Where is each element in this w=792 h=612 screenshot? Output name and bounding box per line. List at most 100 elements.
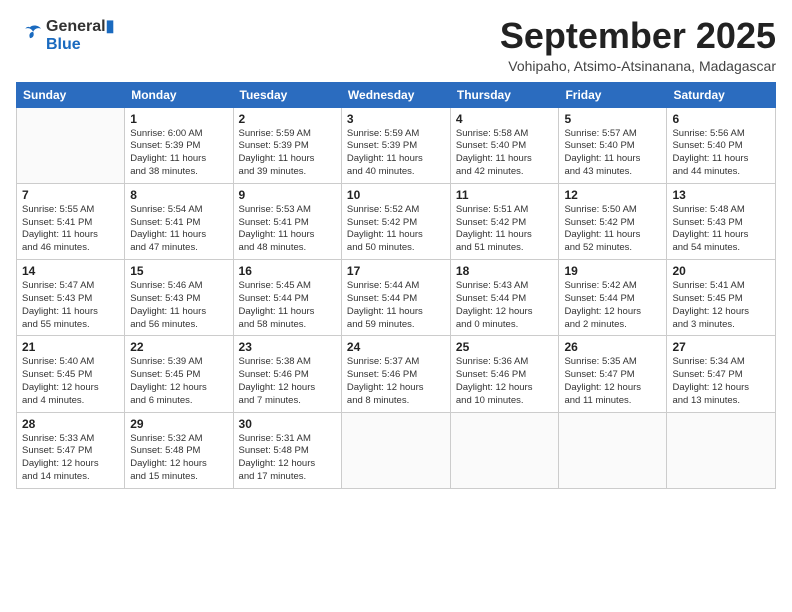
calendar-cell: 28 Sunrise: 5:33 AM Sunset: 5:47 PM Dayli… <box>17 412 125 488</box>
day-number: 24 <box>347 340 445 354</box>
day-info: Sunrise: 5:44 AM Sunset: 5:44 PM Dayligh… <box>347 280 445 331</box>
logo-text: General▮ Blue <box>46 16 114 54</box>
calendar-cell: 15Sunrise: 5:46 AM Sunset: 5:43 PM Dayli… <box>125 260 233 336</box>
day-number: 3 <box>347 112 445 126</box>
calendar-cell: 26 Sunrise: 5:35 AM Sunset: 5:47 PM Dayli… <box>559 336 667 412</box>
calendar-cell: 1 Sunrise: 6:00 AM Sunset: 5:39 PM Daylig… <box>125 107 233 183</box>
day-number: 17 <box>347 264 445 278</box>
day-number: 14 <box>22 264 119 278</box>
calendar-cell <box>559 412 667 488</box>
day-number: 23 <box>239 340 336 354</box>
calendar-cell: 7Sunrise: 5:55 AM Sunset: 5:41 PM Daylig… <box>17 183 125 259</box>
day-info: Sunrise: 5:59 AM Sunset: 5:39 PM Dayligh… <box>347 128 445 179</box>
calendar-week-row: 1 Sunrise: 6:00 AM Sunset: 5:39 PM Daylig… <box>17 107 776 183</box>
page-header: General▮ Blue September 2025 Vohipaho, A… <box>16 16 776 74</box>
day-number: 16 <box>239 264 336 278</box>
calendar-cell: 23 Sunrise: 5:38 AM Sunset: 5:46 PM Dayli… <box>233 336 341 412</box>
calendar-cell: 8 Sunrise: 5:54 AM Sunset: 5:41 PM Daylig… <box>125 183 233 259</box>
day-info: Sunrise: 5:51 AM Sunset: 5:42 PM Dayligh… <box>456 204 554 255</box>
calendar-cell: 19 Sunrise: 5:42 AM Sunset: 5:44 PM Dayli… <box>559 260 667 336</box>
calendar-cell: 25 Sunrise: 5:36 AM Sunset: 5:46 PM Dayli… <box>450 336 559 412</box>
calendar-header-saturday: Saturday <box>667 82 776 107</box>
day-number: 15 <box>130 264 227 278</box>
day-number: 18 <box>456 264 554 278</box>
calendar-header-tuesday: Tuesday <box>233 82 341 107</box>
day-number: 12 <box>564 188 661 202</box>
day-number: 13 <box>672 188 770 202</box>
calendar-cell: 6Sunrise: 5:56 AM Sunset: 5:40 PM Daylig… <box>667 107 776 183</box>
calendar-header-friday: Friday <box>559 82 667 107</box>
day-number: 10 <box>347 188 445 202</box>
calendar-cell: 5 Sunrise: 5:57 AM Sunset: 5:40 PM Daylig… <box>559 107 667 183</box>
title-block: September 2025 Vohipaho, Atsimo-Atsinana… <box>500 16 776 74</box>
day-info: Sunrise: 5:45 AM Sunset: 5:44 PM Dayligh… <box>239 280 336 331</box>
day-info: Sunrise: 6:00 AM Sunset: 5:39 PM Dayligh… <box>130 128 227 179</box>
calendar-cell: 29Sunrise: 5:32 AM Sunset: 5:48 PM Dayli… <box>125 412 233 488</box>
day-number: 28 <box>22 417 119 431</box>
day-number: 1 <box>130 112 227 126</box>
calendar-week-row: 28 Sunrise: 5:33 AM Sunset: 5:47 PM Dayli… <box>17 412 776 488</box>
calendar-cell: 30Sunrise: 5:31 AM Sunset: 5:48 PM Dayli… <box>233 412 341 488</box>
calendar-week-row: 21 Sunrise: 5:40 AM Sunset: 5:45 PM Dayli… <box>17 336 776 412</box>
day-number: 7 <box>22 188 119 202</box>
calendar-cell: 13 Sunrise: 5:48 AM Sunset: 5:43 PM Dayli… <box>667 183 776 259</box>
calendar-header-sunday: Sunday <box>17 82 125 107</box>
day-number: 11 <box>456 188 554 202</box>
day-info: Sunrise: 5:59 AM Sunset: 5:39 PM Dayligh… <box>239 128 336 179</box>
day-info: Sunrise: 5:33 AM Sunset: 5:47 PM Dayligh… <box>22 433 119 484</box>
day-info: Sunrise: 5:36 AM Sunset: 5:46 PM Dayligh… <box>456 356 554 407</box>
day-info: Sunrise: 5:37 AM Sunset: 5:46 PM Dayligh… <box>347 356 445 407</box>
calendar-cell: 17 Sunrise: 5:44 AM Sunset: 5:44 PM Dayli… <box>341 260 450 336</box>
calendar-cell <box>450 412 559 488</box>
day-info: Sunrise: 5:34 AM Sunset: 5:47 PM Dayligh… <box>672 356 770 407</box>
calendar-header-wednesday: Wednesday <box>341 82 450 107</box>
logo: General▮ Blue <box>16 16 114 54</box>
day-number: 21 <box>22 340 119 354</box>
day-info: Sunrise: 5:39 AM Sunset: 5:45 PM Dayligh… <box>130 356 227 407</box>
calendar-week-row: 14 Sunrise: 5:47 AM Sunset: 5:43 PM Dayli… <box>17 260 776 336</box>
day-number: 8 <box>130 188 227 202</box>
day-number: 20 <box>672 264 770 278</box>
day-info: Sunrise: 5:57 AM Sunset: 5:40 PM Dayligh… <box>564 128 661 179</box>
day-info: Sunrise: 5:53 AM Sunset: 5:41 PM Dayligh… <box>239 204 336 255</box>
calendar-cell: 20Sunrise: 5:41 AM Sunset: 5:45 PM Dayli… <box>667 260 776 336</box>
calendar-cell: 18 Sunrise: 5:43 AM Sunset: 5:44 PM Dayli… <box>450 260 559 336</box>
calendar-header-row: SundayMondayTuesdayWednesdayThursdayFrid… <box>17 82 776 107</box>
day-number: 26 <box>564 340 661 354</box>
calendar-week-row: 7Sunrise: 5:55 AM Sunset: 5:41 PM Daylig… <box>17 183 776 259</box>
calendar-cell: 24 Sunrise: 5:37 AM Sunset: 5:46 PM Dayli… <box>341 336 450 412</box>
day-info: Sunrise: 5:40 AM Sunset: 5:45 PM Dayligh… <box>22 356 119 407</box>
day-info: Sunrise: 5:38 AM Sunset: 5:46 PM Dayligh… <box>239 356 336 407</box>
subtitle: Vohipaho, Atsimo-Atsinanana, Madagascar <box>500 58 776 74</box>
day-number: 27 <box>672 340 770 354</box>
day-info: Sunrise: 5:47 AM Sunset: 5:43 PM Dayligh… <box>22 280 119 331</box>
calendar-cell: 4 Sunrise: 5:58 AM Sunset: 5:40 PM Daylig… <box>450 107 559 183</box>
logo-icon <box>16 21 44 49</box>
day-number: 4 <box>456 112 554 126</box>
day-info: Sunrise: 5:50 AM Sunset: 5:42 PM Dayligh… <box>564 204 661 255</box>
calendar-cell: 27 Sunrise: 5:34 AM Sunset: 5:47 PM Dayli… <box>667 336 776 412</box>
day-info: Sunrise: 5:31 AM Sunset: 5:48 PM Dayligh… <box>239 433 336 484</box>
day-info: Sunrise: 5:54 AM Sunset: 5:41 PM Dayligh… <box>130 204 227 255</box>
calendar-cell: 3 Sunrise: 5:59 AM Sunset: 5:39 PM Daylig… <box>341 107 450 183</box>
day-info: Sunrise: 5:35 AM Sunset: 5:47 PM Dayligh… <box>564 356 661 407</box>
day-info: Sunrise: 5:48 AM Sunset: 5:43 PM Dayligh… <box>672 204 770 255</box>
day-number: 25 <box>456 340 554 354</box>
calendar-cell: 2 Sunrise: 5:59 AM Sunset: 5:39 PM Daylig… <box>233 107 341 183</box>
calendar-cell: 9Sunrise: 5:53 AM Sunset: 5:41 PM Daylig… <box>233 183 341 259</box>
day-info: Sunrise: 5:43 AM Sunset: 5:44 PM Dayligh… <box>456 280 554 331</box>
calendar-header-thursday: Thursday <box>450 82 559 107</box>
calendar-cell: 22Sunrise: 5:39 AM Sunset: 5:45 PM Dayli… <box>125 336 233 412</box>
calendar-cell: 12 Sunrise: 5:50 AM Sunset: 5:42 PM Dayli… <box>559 183 667 259</box>
day-number: 5 <box>564 112 661 126</box>
calendar-header-monday: Monday <box>125 82 233 107</box>
day-number: 19 <box>564 264 661 278</box>
day-number: 2 <box>239 112 336 126</box>
month-title: September 2025 <box>500 16 776 56</box>
calendar-cell: 16 Sunrise: 5:45 AM Sunset: 5:44 PM Dayli… <box>233 260 341 336</box>
day-info: Sunrise: 5:42 AM Sunset: 5:44 PM Dayligh… <box>564 280 661 331</box>
day-info: Sunrise: 5:32 AM Sunset: 5:48 PM Dayligh… <box>130 433 227 484</box>
calendar-cell: 10Sunrise: 5:52 AM Sunset: 5:42 PM Dayli… <box>341 183 450 259</box>
calendar-cell: 14 Sunrise: 5:47 AM Sunset: 5:43 PM Dayli… <box>17 260 125 336</box>
day-info: Sunrise: 5:58 AM Sunset: 5:40 PM Dayligh… <box>456 128 554 179</box>
